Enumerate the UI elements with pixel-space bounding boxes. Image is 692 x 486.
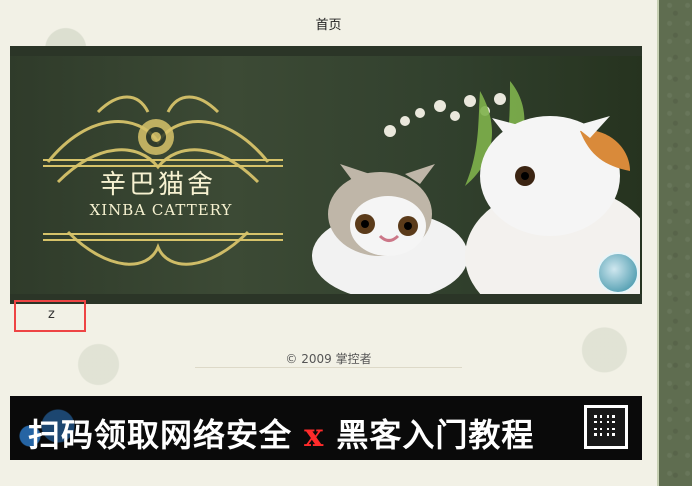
- cfa-badge: [597, 252, 639, 294]
- highlighted-text: z: [48, 307, 55, 322]
- ad-x: x: [304, 416, 325, 454]
- copyright-text: © 2009 掌控者: [285, 352, 372, 366]
- cattery-banner: 辛巴猫舍 XINBA CATTERY: [10, 46, 642, 304]
- footer-divider: [195, 367, 462, 368]
- ad-text: 扫码领取网络安全 x 黑客入门教程: [28, 410, 534, 456]
- ad-text-left: 扫码领取网络安全: [28, 416, 293, 454]
- banner-title-en: XINBA CATTERY: [89, 201, 233, 219]
- top-nav: 首页: [0, 0, 657, 46]
- footer-copyright: © 2009 掌控者: [0, 350, 657, 368]
- nav-home-link[interactable]: 首页: [315, 14, 341, 33]
- qr-code-icon[interactable]: [584, 405, 628, 449]
- banner-title-cn: 辛巴猫舍: [99, 170, 216, 200]
- ad-text-right: 黑客入门教程: [336, 416, 535, 454]
- promo-ad-banner[interactable]: 扫码领取网络安全 x 黑客入门教程: [10, 396, 642, 460]
- page-content: 首页 辛巴猫舍 XINBA CATTERY z © 2009 掌控者 扫码领取网…: [0, 0, 659, 486]
